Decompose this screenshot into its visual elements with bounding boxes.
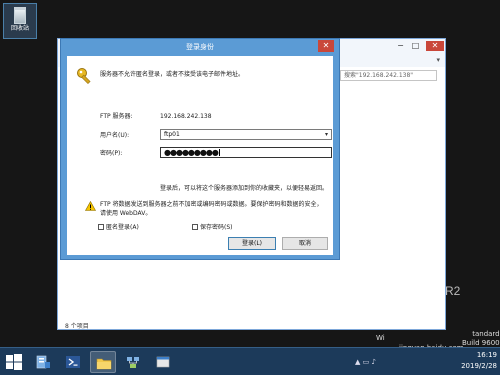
text-caret [218,149,220,156]
checkbox-box[interactable] [98,224,104,230]
server-label: FTP 服务器: [100,113,133,120]
taskbar-network[interactable] [120,351,146,373]
dialog-close-button[interactable]: ✕ [318,40,334,52]
recycle-bin-shortcut[interactable]: 回收站 [3,3,37,39]
warning-icon [85,201,96,211]
server-manager-icon [36,355,50,369]
key-icon [77,68,91,85]
anonymous-login-label: 匿名登录(A) [106,224,139,231]
login-button[interactable]: 登录(L) [228,237,276,250]
chevron-down-icon[interactable]: ▾ [436,56,440,64]
password-value: ●●●●●●●●● [164,148,219,157]
save-password-label: 保存密码(S) [200,224,233,231]
network-icon [127,357,139,368]
recycle-bin-label: 回收站 [10,25,29,32]
taskbar-clock[interactable]: 16:19 2019/2/28 [461,350,497,372]
baidu-watermark-sub: 经验 [394,279,410,288]
username-combobox[interactable]: ftp01 ▾ [160,129,332,140]
warning-text: FTP 将数据发送到服务器之前不加密或编码密码或数据。要保护密码和数据的安全，请… [100,201,323,217]
chevron-down-icon[interactable]: ▾ [325,130,328,139]
taskbar: ▲ ▭ ♪ 16:19 2019/2/28 [0,347,500,375]
taskbar-file-explorer[interactable] [90,351,116,373]
clock-date: 2019/2/28 [461,362,497,370]
dialog-title: 登录身份 [186,43,214,51]
taskbar-server-manager[interactable] [30,351,56,373]
server-value: 192.168.242.138 [160,113,212,120]
maximize-button[interactable]: □ [409,41,422,51]
folder-icon [96,358,112,370]
search-input[interactable]: 搜索"192.168.242.138" [340,70,437,81]
checkbox-box[interactable] [192,224,198,230]
username-value: ftp01 [164,131,180,138]
dialog-body: 服务器不允许匿名登录，或者不接受该电子邮件地址。 FTP 服务器: 192.16… [67,56,333,255]
desktop: 回收站 − □ ✕ ▾ ↻ 搜索"192.168.242.138" 8 个项目 … [0,0,500,352]
close-button[interactable]: ✕ [426,41,444,51]
windows-start-icon[interactable] [6,354,22,370]
windows-edition-r2: R2 [445,284,461,298]
dialog-message: 服务器不允许匿名登录，或者不接受该电子邮件地址。 [100,71,245,78]
status-item-count: 8 个项目 [65,323,89,330]
cancel-button[interactable]: 取消 [282,237,328,250]
recycle-bin-icon [14,7,26,24]
application-icon [156,356,170,368]
password-label: 密码(P): [100,150,123,157]
username-label: 用户名(U): [100,132,130,139]
anonymous-login-checkbox[interactable]: 匿名登录(A) [98,224,139,232]
taskbar-powershell[interactable] [60,351,86,373]
info-text: 登录后，可以将这个服务器添加到你的收藏夹，以便轻易返回。 [160,185,329,192]
taskbar-app[interactable] [150,351,176,373]
clock-time: 16:19 [476,351,497,359]
save-password-checkbox[interactable]: 保存密码(S) [192,224,233,232]
minimize-button[interactable]: − [394,41,407,51]
edition-text: tandard [472,330,500,338]
baidu-watermark: Baidu [360,242,438,273]
powershell-icon [66,356,80,368]
windows-build-info: tandard Build 9600 [462,330,500,348]
login-dialog: 登录身份 ✕ 服务器不允许匿名登录，或者不接受该电子邮件地址。 FTP 服务器:… [60,38,340,260]
windows-watermark: Wi [376,334,385,342]
dialog-titlebar[interactable]: 登录身份 ✕ [61,39,339,55]
system-tray-icons[interactable]: ▲ ▭ ♪ [355,358,376,366]
password-field[interactable]: ●●●●●●●●● [160,147,332,158]
